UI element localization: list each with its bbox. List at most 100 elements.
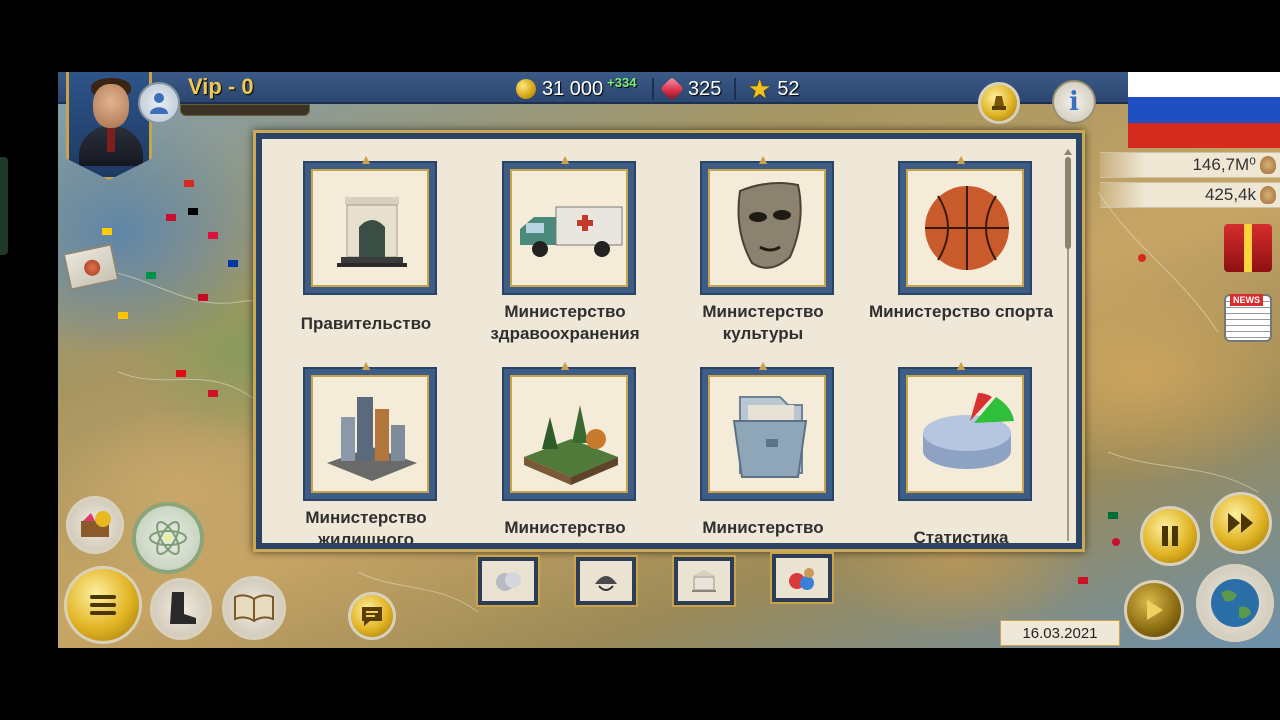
basketball-icon xyxy=(925,186,1009,270)
shop-button[interactable] xyxy=(66,496,124,554)
game-viewport[interactable]: Vip - 0 31 000 +334 325 ★ 52 i 146,7M⁰ 4… xyxy=(58,72,1280,648)
army-button[interactable] xyxy=(150,578,212,640)
flag-stripe-red xyxy=(1128,122,1280,148)
ministry-label: Министерство жилищного xyxy=(305,508,427,543)
ministries-grid: ▲ Правительство ▲ Министерство здравоохр… xyxy=(262,139,1076,543)
ministry-tile xyxy=(700,161,834,295)
tab-military[interactable] xyxy=(574,555,638,607)
vip-progress-bar xyxy=(180,104,310,116)
population-value: 146,7M⁰ xyxy=(1192,155,1256,174)
advisor-button[interactable] xyxy=(978,82,1020,124)
ambulance-icon xyxy=(520,206,623,257)
ministry-environment[interactable]: ▲ Министерство xyxy=(465,358,665,543)
game-date: 16.03.2021 xyxy=(1000,620,1120,646)
news-tag: NEWS xyxy=(1230,294,1263,306)
helmet-icon xyxy=(595,576,617,591)
stars-value: 52 xyxy=(777,77,800,100)
building-icon xyxy=(692,570,716,592)
money-value: 31 000 xyxy=(542,77,604,100)
info-icon: i xyxy=(1069,87,1079,117)
ministry-tile xyxy=(303,161,437,295)
fast-forward-icon xyxy=(1228,513,1253,533)
play-button[interactable] xyxy=(1124,580,1184,640)
ministry-label: Министерство культуры xyxy=(702,302,824,343)
atom-icon xyxy=(149,521,187,555)
scroll-thumb[interactable] xyxy=(1065,157,1071,249)
vip-level[interactable]: Vip - 0 xyxy=(188,74,254,100)
city-icon xyxy=(327,397,417,481)
profile-button[interactable] xyxy=(138,82,180,124)
gems-counter[interactable]: 325 xyxy=(659,76,722,102)
leader-avatar[interactable] xyxy=(66,72,152,180)
book-icon xyxy=(234,594,274,623)
star-icon: ★ xyxy=(748,73,772,104)
tile-ornament: ▲ xyxy=(756,357,770,373)
statistics[interactable]: ▲ Статистика xyxy=(861,358,1061,543)
gems-value: 325 xyxy=(688,77,722,100)
flag-stripe-blue xyxy=(1128,97,1280,123)
screen: Vip - 0 31 000 +334 325 ★ 52 i 146,7M⁰ 4… xyxy=(0,0,1280,720)
tile-ornament: ▲ xyxy=(558,151,572,167)
ministry-label: Министерство xyxy=(702,518,824,537)
mask-icon xyxy=(737,182,802,269)
info-button[interactable]: i xyxy=(1052,80,1096,124)
army-stat[interactable]: 425,4k xyxy=(1100,182,1280,208)
ministry-label: Статистика xyxy=(913,528,1009,543)
tile-ornament: ▲ xyxy=(558,357,572,373)
ministry-label: Министерство здравоохранения xyxy=(490,302,640,343)
chat-icon xyxy=(362,607,382,626)
scroll-up-arrow[interactable] xyxy=(1064,149,1072,155)
ruby-icon xyxy=(659,76,685,102)
menu-icon xyxy=(90,591,116,619)
folder-icon xyxy=(732,396,808,478)
science-button[interactable] xyxy=(132,502,204,574)
avatar-tie xyxy=(107,128,115,152)
ministries-panel: ▲ Правительство ▲ Министерство здравоохр… xyxy=(253,130,1085,552)
pie-chart-icon xyxy=(923,393,1014,469)
coins-icon xyxy=(496,572,521,591)
population-icon xyxy=(1260,156,1276,174)
ministry-health[interactable]: ▲ Министерство здравоохранения xyxy=(465,152,665,371)
army-icon xyxy=(1260,186,1276,204)
main-menu-button[interactable] xyxy=(64,566,142,644)
flag-stripe-white xyxy=(1128,72,1280,98)
tab-government[interactable] xyxy=(672,555,736,607)
ministry-culture[interactable]: ▲ Министерство культуры xyxy=(663,152,863,371)
play-icon xyxy=(1147,600,1163,620)
device-notch xyxy=(0,157,8,255)
globe-button[interactable] xyxy=(1196,564,1274,642)
panel-scrollbar[interactable] xyxy=(1064,149,1072,543)
tab-society[interactable] xyxy=(770,552,834,604)
country-flag[interactable] xyxy=(1128,72,1280,148)
judge-icon xyxy=(992,96,1006,110)
population-stat[interactable]: 146,7M⁰ xyxy=(1100,152,1280,178)
ministry-tile xyxy=(898,161,1032,295)
coin-icon xyxy=(516,79,536,99)
gift-icon[interactable] xyxy=(1224,224,1272,272)
tile-ornament: ▲ xyxy=(954,357,968,373)
ministry-housing[interactable]: ▲ Министерство жилищного xyxy=(266,358,466,543)
ministry-government[interactable]: ▲ Правительство xyxy=(266,152,466,371)
ministry-tile xyxy=(502,161,636,295)
people-icon xyxy=(789,568,814,590)
money-bonus: +334 xyxy=(607,74,637,90)
ministry-archive[interactable]: ▲ Министерство xyxy=(663,358,863,543)
ministry-tile xyxy=(303,367,437,501)
ministry-sport[interactable]: ▲ Министерство спорта xyxy=(861,152,1061,371)
person-icon xyxy=(150,93,168,114)
ministry-label: Министерство спорта xyxy=(868,302,1054,321)
tab-coins[interactable] xyxy=(476,555,540,607)
book-button[interactable] xyxy=(222,576,286,640)
fast-forward-button[interactable] xyxy=(1210,492,1272,554)
stars-counter[interactable]: ★ 52 xyxy=(748,73,800,104)
boot-icon xyxy=(170,592,196,624)
pause-button[interactable] xyxy=(1140,506,1200,566)
ministry-label: Министерство xyxy=(504,518,626,537)
money-counter[interactable]: 31 000 +334 xyxy=(516,74,637,102)
treasure-icon xyxy=(81,511,111,537)
tile-ornament: ▲ xyxy=(756,151,770,167)
ministry-tile xyxy=(502,367,636,501)
ministry-label: Правительство xyxy=(300,314,432,333)
chat-button[interactable] xyxy=(348,592,396,640)
divider xyxy=(734,78,736,100)
